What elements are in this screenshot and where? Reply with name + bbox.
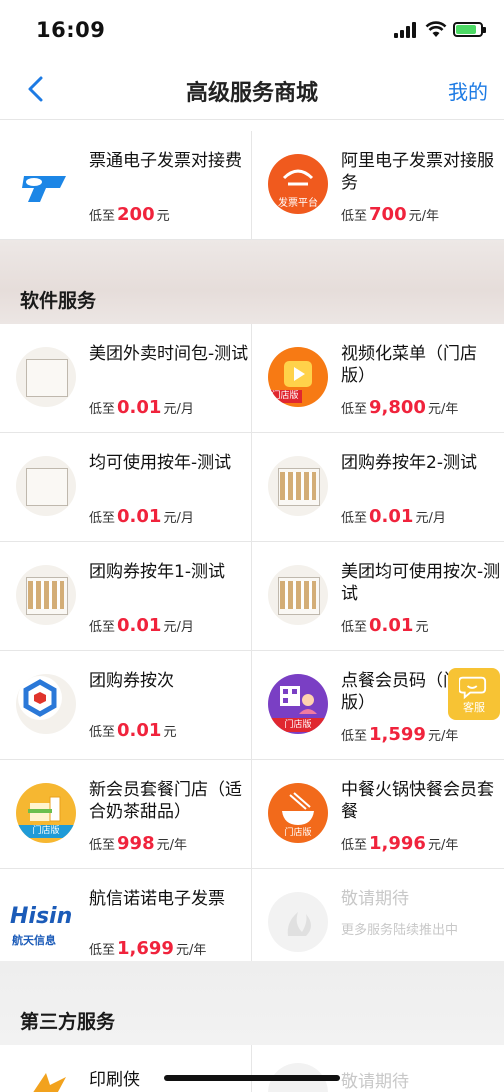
hexagon-logo-icon [16,674,76,734]
service-name: 美团均可使用按次-测试 [341,562,501,604]
cellular-signal-icon [394,22,418,38]
customer-service-button[interactable]: 客服 [448,668,500,720]
product-thumbnail-icon [268,565,328,625]
service-item[interactable]: 团购券按年2-测试 低至 0.01 元/月 [252,433,504,541]
service-item[interactable]: 团购券按年1-测试 低至 0.01 元/月 [0,542,252,650]
product-thumbnail-icon [16,347,76,407]
noodle-bowl-icon: 门店版 [268,783,328,843]
logo-subtext: 航天信息 [12,934,56,947]
service-row: 印刷侠 敬请期待 [0,1045,504,1092]
service-price: 低至 1,599 元/年 [341,724,459,745]
icon-caption: 门店版 [268,390,302,403]
product-thumbnail-icon [268,456,328,516]
service-name: 团购券按年2-测试 [341,453,477,473]
service-item[interactable]: 门店版 视频化菜单（门店版） 低至 9,800 元/年 [252,324,504,432]
logo-text: Hisin [10,904,73,929]
service-row: 团购券按年1-测试 低至 0.01 元/月 美团均可使用按次-测试 低至 0.01 元 [0,542,504,651]
service-row: 团购券按次 低至 0.01 元 门店版 点餐会员码（门店版） 低至 1,599 元/年 [0,651,504,760]
product-thumbnail-icon [16,456,76,516]
service-price: 低至 0.01 元/月 [89,397,194,418]
service-name: 新会员套餐门店（适合奶茶甜品） [89,780,242,822]
service-item-ali-invoice[interactable]: 发票平台 阿里电子发票对接服务 低至 700 元/年 [252,131,504,239]
piaotong-logo-icon [16,154,76,214]
milk-tea-icon: 门店版 [16,783,76,843]
icon-caption: 门店版 [268,718,328,732]
service-item[interactable]: 印刷侠 [0,1045,252,1092]
service-name: 视频化菜单（门店版） [341,344,477,386]
service-price: 低至 0.01 元 [89,720,177,741]
service-item[interactable]: 门店版 新会员套餐门店（适合奶茶甜品） 低至 998 元/年 [0,760,252,868]
service-item[interactable]: 美团均可使用按次-测试 低至 0.01 元 [252,542,504,650]
service-row: 均可使用按年-测试 低至 0.01 元/月 团购券按年2-测试 低至 0.01 元/月 [0,433,504,542]
invoice-platform-icon: 发票平台 [268,154,328,214]
service-item[interactable]: 均可使用按年-测试 低至 0.01 元/月 [0,433,252,541]
service-name: 敬请期待 [341,1072,409,1092]
service-name: 美团外卖时间包-测试 [89,344,249,364]
aisino-logo-icon: Hisin 航天信息 [10,892,82,952]
service-row: 门店版 新会员套餐门店（适合奶茶甜品） 低至 998 元/年 门店版 中餐火锅快餐会… [0,760,504,869]
placeholder-logo-icon [268,892,328,952]
video-play-icon: 门店版 [268,347,328,407]
section-title: 软件服务 [20,290,97,312]
printer-logo-icon [16,1063,76,1092]
service-price: 低至 200 元 [89,204,170,225]
status-time: 16:09 [36,18,106,42]
service-item[interactable]: 团购券按次 低至 0.01 元 [0,651,252,759]
service-row: 票通电子发票对接费 低至 200 元 发票平台 阿里电子发票对接服务 低至 700 元/… [0,131,504,240]
service-price: 低至 0.01 元/月 [89,615,194,636]
home-indicator [164,1075,340,1081]
service-price: 低至 700 元/年 [341,204,439,225]
service-name: 团购券按年1-测试 [89,562,225,582]
status-bar: 16:09 [0,0,504,58]
icon-caption: 发票平台 [278,198,318,209]
service-item[interactable]: 美团外卖时间包-测试 低至 0.01 元/月 [0,324,252,432]
service-name: 阿里电子发票对接服务 [341,151,494,193]
page-title: 高级服务商城 [185,81,318,106]
nav-bar: 高级服务商城 我的 [0,58,504,120]
service-item[interactable]: 门店版 中餐火锅快餐会员套餐 低至 1,996 元/年 [252,760,504,868]
service-price: 低至 1,699 元/年 [89,938,207,959]
service-name: 中餐火锅快餐会员套餐 [341,780,494,822]
service-price: 低至 0.01 元/月 [341,506,446,527]
service-price: 低至 998 元/年 [89,833,187,854]
service-row: 美团外卖时间包-测试 低至 0.01 元/月 门店版 视频化菜单（门店版） 低至 9,… [0,324,504,433]
chat-bubble-icon [458,676,487,700]
icon-caption: 门店版 [16,825,76,838]
section-header-software: 软件服务 [0,240,504,324]
section-header-third-party: 第三方服务 [0,961,504,1045]
service-name: 航信诺诺电子发票 [89,889,225,909]
qr-member-icon: 门店版 [268,674,328,734]
service-name: 敬请期待 [341,889,409,909]
service-price: 低至 0.01 元/月 [89,506,194,527]
service-name: 均可使用按年-测试 [89,453,232,473]
service-name: 票通电子发票对接费 [89,151,242,171]
icon-caption: 门店版 [284,828,312,838]
service-price: 低至 1,996 元/年 [341,833,459,854]
mine-link[interactable]: 我的 [448,76,488,105]
battery-icon [453,22,486,37]
service-price: 低至 9,800 元/年 [341,397,459,418]
service-item-piaotong[interactable]: 票通电子发票对接费 低至 200 元 [0,131,252,239]
wifi-icon [425,21,447,37]
service-price: 低至 0.01 元 [341,615,429,636]
customer-service-label: 客服 [463,701,485,714]
service-subtitle: 更多服务陆续推出中 [341,923,459,938]
service-item-coming-soon: 敬请期待 [252,1045,504,1092]
product-thumbnail-icon [16,565,76,625]
service-name: 团购券按次 [89,671,174,691]
section-title: 第三方服务 [20,1011,116,1033]
